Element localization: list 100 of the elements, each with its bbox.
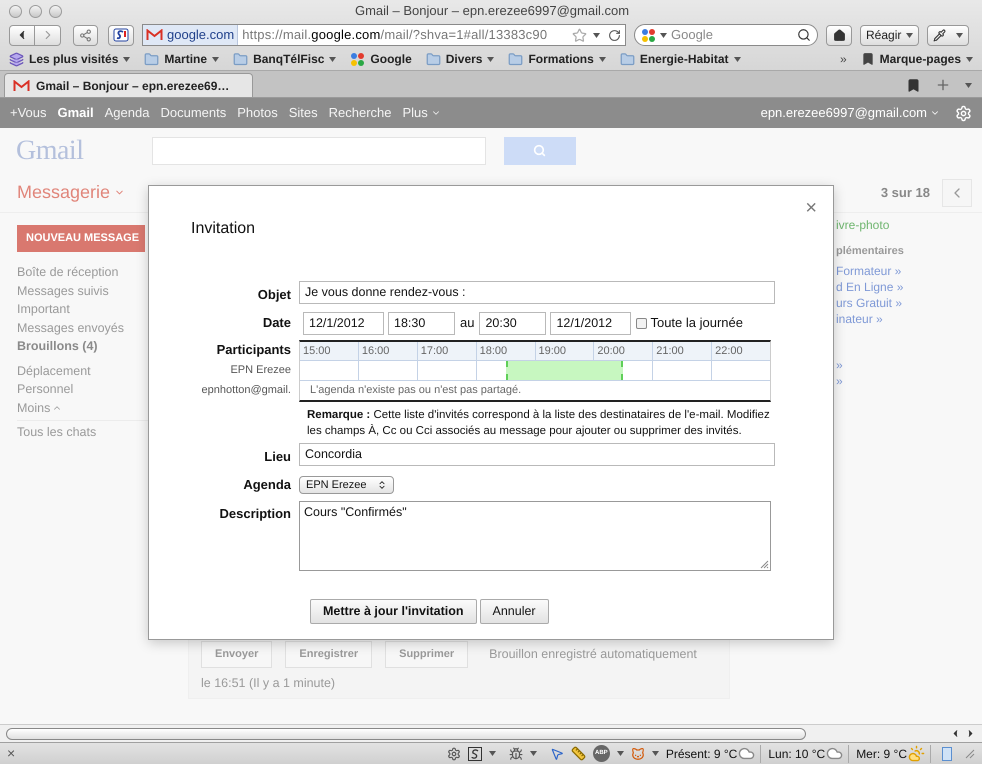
draft-action-button[interactable]: Enregistrer	[285, 641, 372, 668]
mailbox-menu[interactable]: Messagerie	[17, 179, 126, 206]
pipette-icon	[933, 28, 946, 42]
caret-icon	[956, 32, 964, 38]
reload-icon[interactable]	[608, 28, 621, 42]
start-time-field[interactable]: 18:30	[388, 312, 455, 334]
top-nav-link[interactable]: +Vous	[10, 103, 47, 123]
hour-header: 22:00	[711, 342, 770, 360]
new-tab-icon[interactable]	[935, 77, 951, 93]
caret-icon	[616, 751, 624, 756]
field-label: Participants	[216, 341, 291, 359]
draft-action-button[interactable]: Supprimer	[385, 641, 468, 668]
bookmark-item[interactable]: Les plus visités	[9, 50, 130, 68]
back-button[interactable]	[9, 24, 35, 46]
end-time-field[interactable]: 20:30	[479, 312, 546, 334]
dropdown-icon	[593, 32, 600, 38]
mail-search-field[interactable]	[152, 136, 486, 164]
close-button[interactable]: ×	[7, 743, 16, 764]
field-label: Date	[262, 315, 291, 330]
pipette-button[interactable]	[927, 24, 970, 46]
description-field[interactable]: Cours "Confirmés"	[299, 501, 771, 571]
site-identity-badge[interactable]: google.com	[143, 25, 238, 45]
side-panel-link[interactable]: urs Gratuit »	[836, 295, 982, 311]
top-nav-link[interactable]: Gmail	[58, 103, 94, 123]
calendar-select[interactable]: EPN Erezee	[299, 476, 394, 494]
browser-tab[interactable]: Gmail – Bonjour – epn.erezee69…	[4, 73, 253, 97]
top-nav-link[interactable]: Agenda	[104, 103, 150, 123]
bookmark-item[interactable]: Martine	[144, 50, 220, 68]
smart-folder-icon	[9, 52, 24, 66]
weather-reading[interactable]: Présent: 9 °C	[666, 744, 738, 762]
remark-text: Remarque : Cette liste d'invités correspond à la liste des destinataires de l'e-mail. Modifiez les champs À, Cc ou Cci associés au message pour ajouter ou supprimer des invités.	[307, 408, 771, 439]
cat-icon[interactable]	[630, 746, 645, 760]
ruler-icon[interactable]	[570, 746, 586, 761]
extension-button[interactable]	[108, 24, 134, 46]
window-control-icon[interactable]	[29, 4, 42, 18]
share-button[interactable]	[73, 24, 98, 46]
cloud-icon[interactable]	[826, 745, 844, 762]
subject-field[interactable]: Je vous donne rendez-vous :	[299, 281, 775, 304]
account-menu[interactable]: epn.erezee6997@gmail.com	[760, 103, 940, 123]
bookmark-item[interactable]: Energie-Habitat	[620, 50, 740, 68]
cloud-icon[interactable]	[738, 745, 756, 762]
window-control-icon[interactable]	[9, 4, 22, 18]
dialog-button[interactable]: Annuler	[480, 599, 549, 624]
search-icon[interactable]	[797, 28, 811, 42]
mail-envelope-icon	[13, 80, 30, 92]
date-separator: au	[459, 314, 476, 332]
side-panel-link[interactable]: inateur »	[836, 311, 982, 327]
bookmark-item[interactable]: Divers	[426, 50, 494, 68]
checkbox[interactable]	[636, 318, 648, 328]
s-box-icon[interactable]	[468, 746, 482, 760]
side-panel-link[interactable]: d En Ligne »	[836, 279, 982, 295]
bookmark-item[interactable]: BanqTélFisc	[233, 50, 336, 68]
weather-reading[interactable]: Mer: 9 °C	[856, 744, 907, 762]
side-panel-link[interactable]: »	[836, 373, 982, 389]
address-bar[interactable]: google.com https://mail.google.com/mail/?shva=1#all/13383c90	[142, 24, 626, 46]
end-date-field[interactable]: 12/1/2012	[550, 312, 632, 334]
folder-icon	[233, 52, 248, 66]
top-nav-link[interactable]: Sites	[288, 103, 318, 123]
bookmarks-overflow[interactable]: »	[840, 50, 847, 68]
all-day-checkbox[interactable]: Toute la journée	[636, 313, 743, 333]
less-toggle[interactable]: Moins	[17, 398, 188, 417]
top-nav-link[interactable]: Photos	[237, 103, 278, 123]
top-nav-link[interactable]: Recherche	[328, 103, 392, 123]
start-date-field[interactable]: 12/1/2012	[303, 312, 384, 334]
caret-icon	[660, 32, 667, 38]
top-nav-link[interactable]: Documents	[160, 103, 226, 123]
dialog-title: Invitation	[190, 219, 256, 239]
sidebar-toggle-icon[interactable]	[942, 746, 952, 760]
search-field[interactable]: Google	[634, 24, 818, 46]
hour-header: 19:00	[534, 342, 594, 360]
resize-grip-icon[interactable]	[760, 560, 769, 569]
sun-cloud-icon[interactable]	[908, 745, 925, 762]
cursor-icon[interactable]	[550, 746, 564, 760]
react-button[interactable]: Réagir	[860, 24, 920, 46]
weather-reading[interactable]: Lun: 10 °C	[768, 744, 826, 762]
compose-button[interactable]: NOUVEAU MESSAGE	[17, 225, 145, 252]
draft-action-button[interactable]: Envoyer	[201, 641, 272, 668]
bug-icon[interactable]	[508, 746, 523, 760]
participant-name: epnhotton@gmail.	[202, 383, 291, 398]
bookmark-item[interactable]: Formations	[508, 50, 606, 68]
resize-grip-icon[interactable]	[965, 748, 975, 758]
settings-icon[interactable]	[955, 104, 972, 122]
home-button[interactable]	[826, 24, 852, 46]
google-icon	[350, 52, 366, 66]
gear-icon[interactable]	[446, 746, 461, 760]
side-panel-link[interactable]: Formateur »	[836, 263, 982, 279]
bookmark-item[interactable]: Google	[350, 50, 412, 68]
dialog-button[interactable]: Mettre à jour l'invitation	[310, 599, 476, 624]
top-nav-link[interactable]: Plus	[402, 103, 441, 123]
bookmark-list-icon[interactable]	[906, 78, 921, 92]
place-field[interactable]: Concordia	[299, 443, 775, 466]
folder-icon	[620, 52, 635, 66]
close-button[interactable]: ×	[805, 198, 817, 218]
search-placeholder: Google	[671, 26, 714, 44]
side-panel-link[interactable]: »	[836, 357, 982, 373]
window-control-icon[interactable]	[49, 4, 62, 18]
bookmarks-menu[interactable]: Marque-pages	[860, 50, 973, 68]
hour-header: 17:00	[416, 342, 476, 360]
horizontal-scrollbar[interactable]	[6, 728, 806, 740]
star-icon[interactable]	[572, 28, 587, 42]
